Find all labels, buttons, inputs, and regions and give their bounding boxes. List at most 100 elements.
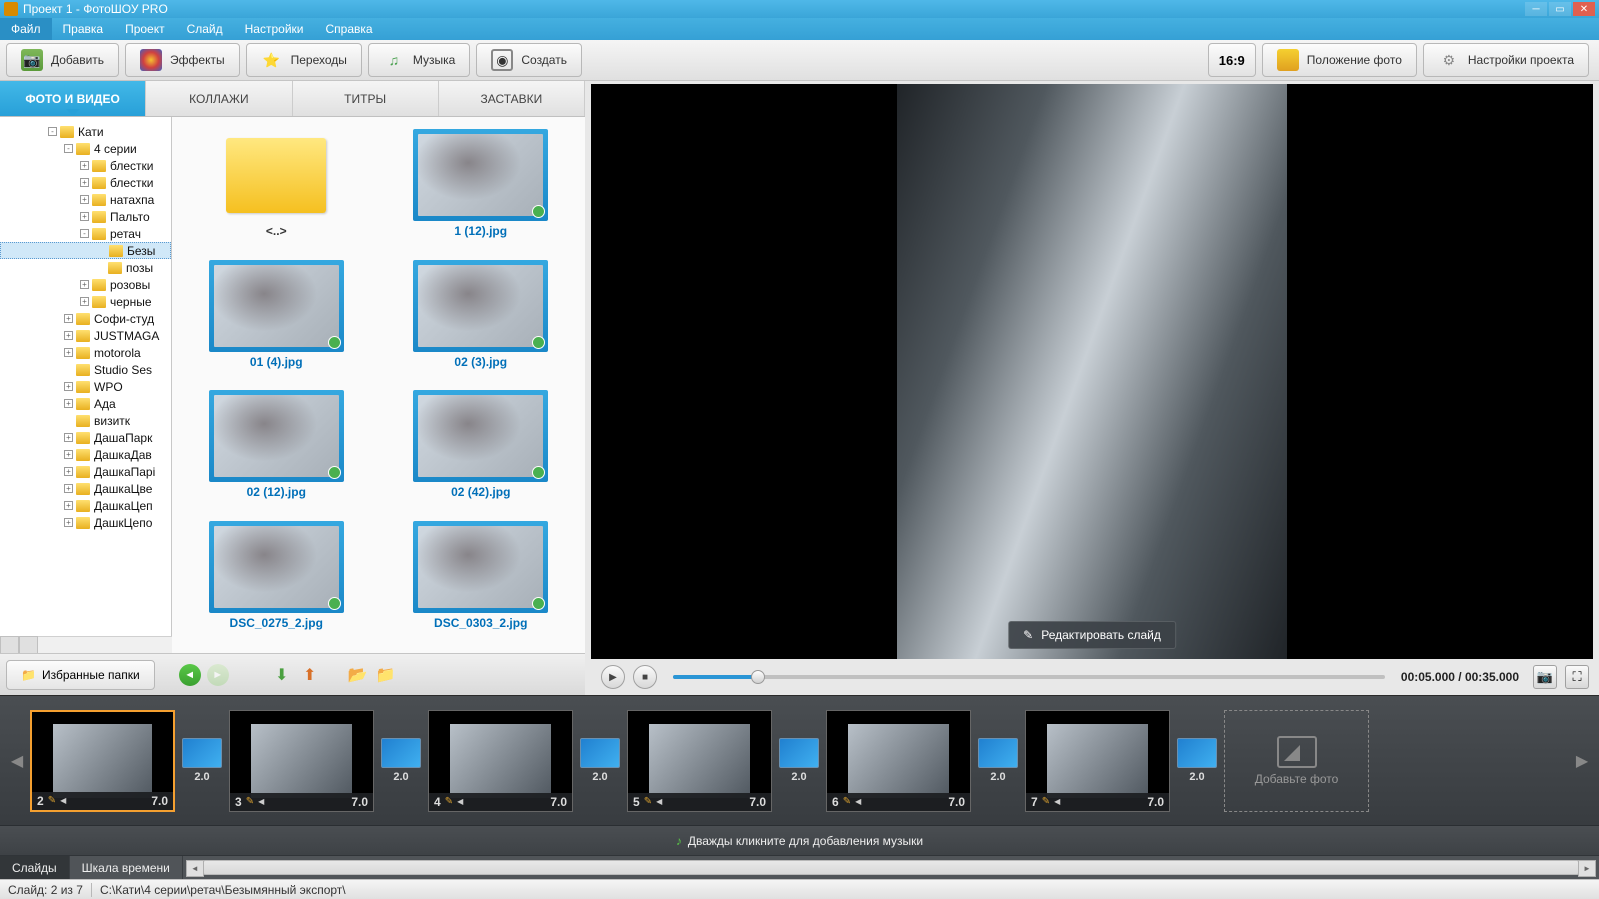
tree-item[interactable]: -Кати xyxy=(0,123,171,140)
snapshot-button[interactable]: 📷 xyxy=(1533,665,1557,689)
tree-item[interactable]: +ДашкаПарі xyxy=(0,463,171,480)
upload-icon[interactable]: ⬆ xyxy=(299,664,321,686)
transition-item[interactable]: 2.0 xyxy=(579,738,621,783)
tree-item[interactable]: +блестки xyxy=(0,174,171,191)
nav-forward-button[interactable]: ► xyxy=(207,664,229,686)
tree-item[interactable]: +черные xyxy=(0,293,171,310)
fullscreen-button[interactable]: ⛶ xyxy=(1565,665,1589,689)
menu-help[interactable]: Справка xyxy=(314,18,383,40)
nav-back-button[interactable]: ◄ xyxy=(179,664,201,686)
tree-item[interactable]: +натахпа xyxy=(0,191,171,208)
arrow-icon: ◀ xyxy=(1054,797,1060,806)
check-icon xyxy=(328,336,341,349)
tree-item[interactable]: +ДашкЦепо xyxy=(0,514,171,531)
download-icon[interactable]: ⬇ xyxy=(271,664,293,686)
slide-thumbnail[interactable]: 2✎◀7.0 xyxy=(30,710,175,812)
transition-item[interactable]: 2.0 xyxy=(977,738,1019,783)
thumbnail-item[interactable]: 02 (3).jpg xyxy=(413,260,548,381)
close-button[interactable]: ✕ xyxy=(1573,2,1595,16)
music-track[interactable]: ♪ Дважды кликните для добавления музыки xyxy=(0,825,1599,855)
tab-collages[interactable]: КОЛЛАЖИ xyxy=(146,81,292,116)
thumbnail-item[interactable]: 02 (42).jpg xyxy=(413,390,548,511)
toolbar: 📷Добавить Эффекты ⭐Переходы ♫Музыка ◉Соз… xyxy=(0,40,1599,81)
thumbnail-item[interactable]: 01 (4).jpg xyxy=(209,260,344,381)
transition-item[interactable]: 2.0 xyxy=(1176,738,1218,783)
tree-item[interactable]: Безы xyxy=(0,242,171,259)
minimize-button[interactable]: ─ xyxy=(1525,2,1547,16)
tree-item[interactable]: +блестки xyxy=(0,157,171,174)
menu-settings[interactable]: Настройки xyxy=(234,18,315,40)
menu-edit[interactable]: Правка xyxy=(52,18,115,40)
play-button[interactable]: ▶ xyxy=(601,665,625,689)
music-note-icon: ♪ xyxy=(676,834,682,848)
menu-project[interactable]: Проект xyxy=(114,18,176,40)
tree-item[interactable]: +ДашкаДав xyxy=(0,446,171,463)
transition-item[interactable]: 2.0 xyxy=(380,738,422,783)
camera-icon: 📷 xyxy=(21,49,43,71)
aspect-ratio[interactable]: 16:9 xyxy=(1208,43,1256,77)
folder-icon xyxy=(92,296,106,308)
edit-slide-button[interactable]: ✎Редактировать слайд xyxy=(1008,621,1176,649)
music-button[interactable]: ♫Музыка xyxy=(368,43,470,77)
stop-button[interactable]: ■ xyxy=(633,665,657,689)
folder-icon xyxy=(92,279,106,291)
arrow-icon: ◀ xyxy=(656,797,662,806)
favorites-button[interactable]: 📁Избранные папки xyxy=(6,660,155,690)
menu-slide[interactable]: Слайд xyxy=(176,18,234,40)
add-button[interactable]: 📷Добавить xyxy=(6,43,119,77)
tree-item[interactable]: +Пальто xyxy=(0,208,171,225)
tree-item[interactable]: +Ада xyxy=(0,395,171,412)
create-button[interactable]: ◉Создать xyxy=(476,43,582,77)
timeline-right-arrow[interactable]: ▶ xyxy=(1575,751,1589,771)
folder-open-icon[interactable]: 📂 xyxy=(347,664,369,686)
tree-item[interactable]: позы xyxy=(0,259,171,276)
tree-item[interactable]: визитк xyxy=(0,412,171,429)
project-settings-button[interactable]: ⚙Настройки проекта xyxy=(1423,43,1589,77)
menu-file[interactable]: Файл xyxy=(0,18,52,40)
tab-timeline[interactable]: Шкала времени xyxy=(70,856,183,879)
tree-item[interactable]: +Софи-студ xyxy=(0,310,171,327)
titlebar: Проект 1 - ФотоШОУ PRO ─ ▭ ✕ xyxy=(0,0,1599,18)
timeline-slider[interactable] xyxy=(673,675,1385,679)
thumbnail-item[interactable]: 02 (12).jpg xyxy=(209,390,344,511)
tab-photo-video[interactable]: ФОТО И ВИДЕО xyxy=(0,81,146,116)
tree-item[interactable]: +JUSTMAGA xyxy=(0,327,171,344)
tree-item[interactable]: +ДашкаЦве xyxy=(0,480,171,497)
transition-item[interactable]: 2.0 xyxy=(778,738,820,783)
photo-position-button[interactable]: Положение фото xyxy=(1262,43,1417,77)
slide-thumbnail[interactable]: 4✎◀7.0 xyxy=(428,710,573,812)
tree-item[interactable]: +motorola xyxy=(0,344,171,361)
folder-icon xyxy=(92,160,106,172)
tab-intros[interactable]: ЗАСТАВКИ xyxy=(439,81,585,116)
tab-titles[interactable]: ТИТРЫ xyxy=(293,81,439,116)
folder-icon[interactable]: 📁 xyxy=(375,664,397,686)
tree-item[interactable]: -ретач xyxy=(0,225,171,242)
add-slide-button[interactable]: Добавьте фото xyxy=(1224,710,1369,812)
content-tabs: ФОТО И ВИДЕО КОЛЛАЖИ ТИТРЫ ЗАСТАВКИ xyxy=(0,81,585,116)
tree-item[interactable]: +ДашкаЦеп xyxy=(0,497,171,514)
thumbnail-item[interactable]: DSC_0303_2.jpg xyxy=(413,521,548,642)
preview-canvas[interactable]: ✎Редактировать слайд xyxy=(591,84,1593,659)
timeline-left-arrow[interactable]: ◀ xyxy=(10,751,24,771)
tree-item[interactable]: -4 серии xyxy=(0,140,171,157)
tab-slides[interactable]: Слайды xyxy=(0,856,70,879)
maximize-button[interactable]: ▭ xyxy=(1549,2,1571,16)
timeline-hscroll[interactable] xyxy=(183,856,1599,879)
folder-tree[interactable]: -Кати-4 серии+блестки+блестки+натахпа+Па… xyxy=(0,117,172,636)
transition-item[interactable]: 2.0 xyxy=(181,738,223,783)
slide-thumbnail[interactable]: 5✎◀7.0 xyxy=(627,710,772,812)
disc-icon: ◉ xyxy=(491,49,513,71)
slide-thumbnail[interactable]: 6✎◀7.0 xyxy=(826,710,971,812)
slide-thumbnail[interactable]: 3✎◀7.0 xyxy=(229,710,374,812)
thumbnail-item[interactable]: DSC_0275_2.jpg xyxy=(209,521,344,642)
thumbnail-item[interactable]: 1 (12).jpg xyxy=(413,129,548,250)
effects-button[interactable]: Эффекты xyxy=(125,43,240,77)
tree-scrollbar[interactable] xyxy=(0,636,172,653)
thumbnail-item[interactable]: <..> xyxy=(209,129,344,250)
tree-item[interactable]: +WPO xyxy=(0,378,171,395)
tree-item[interactable]: +розовы xyxy=(0,276,171,293)
slide-thumbnail[interactable]: 7✎◀7.0 xyxy=(1025,710,1170,812)
transitions-button[interactable]: ⭐Переходы xyxy=(246,43,362,77)
tree-item[interactable]: +ДашаПарк xyxy=(0,429,171,446)
tree-item[interactable]: Studio Ses xyxy=(0,361,171,378)
